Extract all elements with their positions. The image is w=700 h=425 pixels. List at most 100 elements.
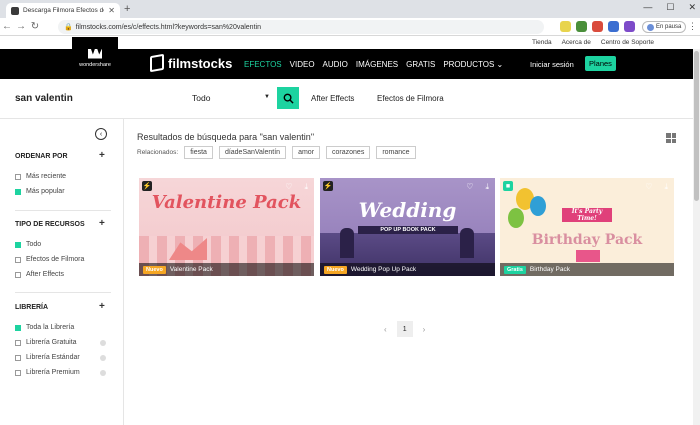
checkbox[interactable]: [15, 188, 21, 195]
checkbox[interactable]: [15, 339, 21, 346]
extension-icon[interactable]: [608, 21, 619, 32]
option-label: Toda la Librería: [26, 324, 75, 331]
pagination: ‹ 1 ›: [384, 321, 425, 337]
maximize-icon[interactable]: ☐: [666, 2, 674, 13]
checkbox[interactable]: [15, 173, 21, 180]
checkbox[interactable]: [15, 354, 21, 361]
close-window-icon[interactable]: ✕: [688, 2, 696, 13]
option-after-effects[interactable]: After Effects: [15, 271, 64, 278]
wondershare-logo[interactable]: wondershare: [72, 37, 118, 79]
extension-icon[interactable]: [624, 21, 635, 32]
option-label: Librería Gratuita: [26, 339, 77, 346]
option-premium-library[interactable]: Librería Premium: [15, 369, 80, 376]
card-caption: Gratis Birthday Pack: [500, 263, 674, 276]
new-badge: Nuevo: [324, 265, 347, 274]
download-icon[interactable]: ⤓: [664, 182, 668, 192]
filmstocks-logo[interactable]: filmstocks: [150, 53, 232, 73]
chevron-down-icon: ⌄: [496, 59, 504, 69]
option-popular[interactable]: Más popular: [15, 188, 65, 195]
free-flag-icon: ■: [503, 181, 513, 191]
link-acerca[interactable]: Acerca de: [562, 39, 591, 46]
checkbox[interactable]: [15, 241, 21, 248]
extension-icon[interactable]: [576, 21, 587, 32]
card-art-title: Wedding: [358, 198, 457, 222]
tag-chip[interactable]: fiesta: [184, 146, 213, 159]
download-icon[interactable]: ⤓: [304, 182, 308, 192]
nav-audio[interactable]: AUDIO: [323, 60, 348, 69]
back-icon[interactable]: ←: [0, 21, 14, 32]
checkbox[interactable]: [15, 324, 21, 331]
card-caption: Nuevo Valentine Pack: [139, 263, 314, 276]
nav-video[interactable]: VIDEO: [290, 60, 315, 69]
heart-icon[interactable]: ♡: [645, 182, 652, 192]
tag-chip[interactable]: romance: [376, 146, 416, 159]
download-icon[interactable]: ⤓: [485, 182, 489, 192]
profile-button[interactable]: En pausa: [642, 21, 687, 33]
search-query[interactable]: san valentin: [15, 93, 73, 104]
chevron-left-icon: ‹: [99, 130, 103, 138]
grid-view-icon[interactable]: [666, 133, 676, 143]
collapse-sidebar-button[interactable]: ‹: [95, 128, 107, 140]
extension-icon[interactable]: [560, 21, 571, 32]
next-page-icon[interactable]: ›: [423, 325, 426, 334]
reload-icon[interactable]: ↻: [28, 21, 42, 32]
card-art-subtitle: POP UP BOOK PACK: [358, 226, 458, 234]
login-link[interactable]: Iniciar sesión: [530, 60, 574, 69]
nav-products[interactable]: PRODUCTOS ⌄: [443, 60, 503, 69]
caret-down-icon: ▼: [264, 94, 270, 100]
nav-effects[interactable]: EFECTOS: [244, 60, 282, 69]
forward-icon[interactable]: →: [14, 21, 28, 32]
option-all-library[interactable]: Toda la Librería: [15, 324, 74, 331]
card-art-subtitle: It's Party Time!: [562, 208, 612, 222]
page-current[interactable]: 1: [396, 321, 413, 337]
info-icon[interactable]: [100, 355, 106, 361]
scrollbar-thumb[interactable]: [694, 51, 699, 201]
results-heading: Resultados de búsqueda para "san valenti…: [137, 132, 315, 142]
filter-filmora[interactable]: Efectos de Filmora: [377, 94, 444, 103]
extension-icon[interactable]: [592, 21, 603, 32]
option-all[interactable]: Todo: [15, 241, 41, 248]
tag-chip[interactable]: corazones: [326, 146, 371, 159]
checkbox[interactable]: [15, 369, 21, 376]
heart-icon[interactable]: ♡: [285, 182, 292, 192]
prev-page-icon[interactable]: ‹: [384, 325, 387, 334]
nav-free[interactable]: GRATIS: [406, 60, 435, 69]
checkbox[interactable]: [15, 271, 21, 278]
link-soporte[interactable]: Centro de Soporte: [601, 39, 654, 46]
card-actions: ♡ ⤓: [466, 182, 489, 192]
result-card[interactable]: It's Party Time! Birthday Pack ■ ♡ ⤓ Grat…: [500, 178, 674, 276]
option-filmora-effects[interactable]: Efectos de Filmora: [15, 256, 84, 263]
menu-icon[interactable]: ⋮: [688, 21, 697, 32]
plans-button[interactable]: Planes: [585, 56, 616, 71]
new-tab-icon[interactable]: +: [124, 3, 130, 15]
minimize-icon[interactable]: —: [643, 2, 652, 13]
browser-tab-bar: Descarga Filmora Efectos de Vid... ✕ + —…: [0, 0, 700, 18]
extension-icons: [560, 21, 635, 32]
search-button[interactable]: [277, 87, 299, 109]
tag-chip[interactable]: díadeSanValentín: [218, 146, 287, 159]
info-icon[interactable]: [100, 370, 106, 376]
nav-images[interactable]: IMÁGENES: [356, 60, 398, 69]
favicon-icon: [11, 6, 19, 15]
option-recent[interactable]: Más reciente: [15, 173, 66, 180]
plus-icon[interactable]: +: [99, 150, 105, 161]
result-card[interactable]: Valentine Pack ⚡ ♡ ⤓ Nuevo Valentine Pack: [139, 178, 314, 276]
category-select[interactable]: Todo ▼: [192, 93, 272, 103]
page-scrollbar[interactable]: [693, 49, 700, 425]
plus-icon[interactable]: +: [99, 218, 105, 229]
url-field[interactable]: 🔒 filmstocks.com/es/c/effects.html?keywo…: [58, 20, 544, 34]
link-tienda[interactable]: Tienda: [532, 39, 552, 46]
filter-after-effects[interactable]: After Effects: [311, 94, 354, 103]
tag-chip[interactable]: amor: [292, 146, 321, 159]
close-tab-icon[interactable]: ✕: [108, 6, 115, 15]
thumbnail: [500, 178, 674, 276]
info-icon[interactable]: [100, 340, 106, 346]
lock-icon: 🔒: [64, 24, 73, 31]
browser-tab[interactable]: Descarga Filmora Efectos de Vid... ✕: [6, 3, 120, 18]
option-standard-library[interactable]: Librería Estándar: [15, 354, 80, 361]
heart-icon[interactable]: ♡: [466, 182, 473, 192]
option-free-library[interactable]: Librería Gratuita: [15, 339, 77, 346]
checkbox[interactable]: [15, 256, 21, 263]
result-card[interactable]: Wedding POP UP BOOK PACK ⚡ ♡ ⤓ Nuevo Wedd…: [320, 178, 495, 276]
plus-icon[interactable]: +: [99, 301, 105, 312]
